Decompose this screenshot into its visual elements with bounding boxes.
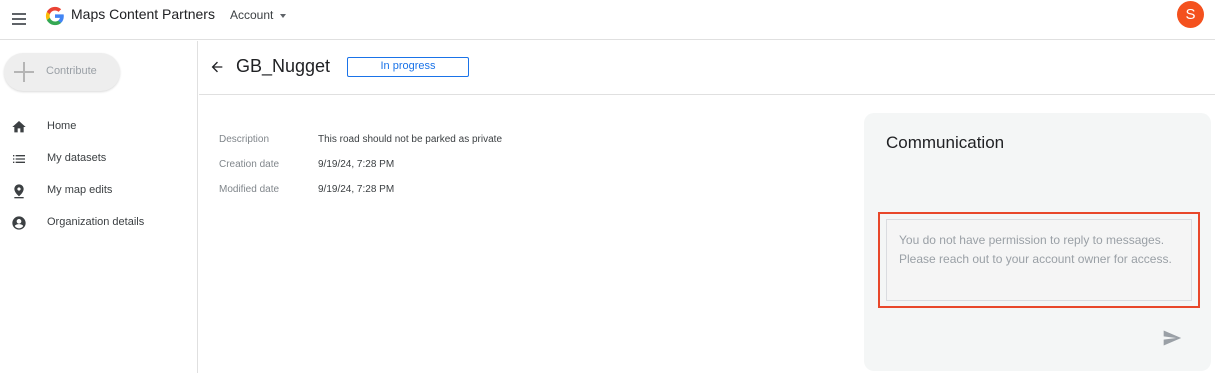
- sidebar-item-my-datasets[interactable]: My datasets: [0, 145, 190, 175]
- sidebar-item-label: My map edits: [47, 184, 113, 196]
- account-dropdown[interactable]: Account: [230, 8, 287, 22]
- description-label: Description: [219, 134, 270, 145]
- communication-title: Communication: [886, 133, 1005, 152]
- page-title: GB_Nugget: [236, 56, 331, 76]
- sidebar-item-label: My datasets: [47, 152, 107, 164]
- modified-date-label: Modified date: [219, 184, 280, 195]
- status-badge: In progress: [347, 57, 469, 77]
- pin-icon: [14, 184, 24, 199]
- sidebar-item-label: Organization details: [47, 216, 145, 228]
- google-logo-icon: [45, 6, 64, 26]
- contribute-label: Contribute: [46, 65, 97, 77]
- account-circle-icon: [12, 216, 26, 230]
- creation-date-label: Creation date: [219, 159, 280, 170]
- contribute-button[interactable]: Contribute: [4, 53, 120, 91]
- menu-icon[interactable]: [9, 9, 31, 31]
- plus-icon: [14, 62, 34, 82]
- home-icon: [12, 121, 26, 133]
- sidebar-item-my-map-edits[interactable]: My map edits: [0, 177, 190, 207]
- sidebar-item-organization-details[interactable]: Organization details: [0, 209, 190, 239]
- caret-down-icon: [280, 13, 287, 18]
- top-app-bar: Maps Content Partners Account S: [0, 0, 1215, 40]
- header-divider: [199, 94, 1215, 95]
- communication-panel: Communication You do not have permission…: [864, 113, 1211, 371]
- highlight-box: You do not have permission to reply to m…: [878, 212, 1200, 308]
- send-icon[interactable]: [1161, 328, 1183, 348]
- list-icon: [13, 155, 25, 163]
- back-arrow-icon[interactable]: [209, 59, 225, 75]
- modified-date-value: 9/19/24, 7:28 PM: [318, 184, 395, 195]
- sidebar: Contribute Home My datasets My map edits…: [0, 41, 198, 373]
- sidebar-item-home[interactable]: Home: [0, 113, 190, 143]
- sidebar-item-label: Home: [47, 120, 77, 132]
- account-label: Account: [230, 8, 274, 22]
- creation-date-value: 9/19/24, 7:28 PM: [318, 159, 395, 170]
- reply-input[interactable]: You do not have permission to reply to m…: [886, 219, 1192, 301]
- avatar[interactable]: S: [1177, 1, 1204, 28]
- description-value: This road should not be parked as privat…: [318, 134, 502, 145]
- app-title: Maps Content Partners: [71, 6, 215, 22]
